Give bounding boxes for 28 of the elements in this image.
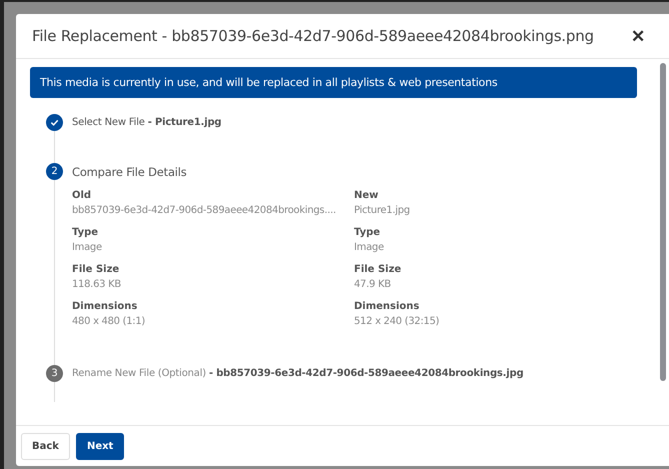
step-label: Select New File - Picture1.jpg <box>72 117 222 128</box>
field-value: Image <box>72 242 103 253</box>
field-value: Image <box>354 242 385 253</box>
field-label: Old <box>72 190 92 201</box>
field-label: Dimensions <box>72 301 138 312</box>
field-value: 480 x 480 (1:1) <box>72 316 146 327</box>
close-button[interactable]: ✕ <box>631 26 645 46</box>
step-label: Rename New File (Optional) - bb857039-6e3d-42d7-906d-589aeee42084brookings.jpg <box>72 368 524 379</box>
field-label: File Size <box>72 264 120 275</box>
scrollbar[interactable] <box>660 63 666 381</box>
field-value: 512 x 240 (32:15) <box>354 316 440 327</box>
next-button[interactable]: Next <box>76 432 124 460</box>
dialog-title: File Replacement - bb857039-6e3d-42d7-906d-589aeee42084brookings.png <box>32 27 594 45</box>
field-label: Dimensions <box>354 301 420 312</box>
field-value: Picture1.jpg <box>354 205 411 216</box>
info-banner: This media is currently in use, and will be replaced in all playlists & web presentations <box>30 67 637 98</box>
field-value: bb857039-6e3d-42d7-906d-589aeee42084brookings.... <box>72 205 337 216</box>
field-value: 118.63 KB <box>72 279 122 290</box>
step-number: 3 <box>46 365 63 382</box>
check-icon <box>50 118 59 127</box>
field-label: File Size <box>354 264 402 275</box>
step-label: Compare File Details <box>72 164 187 178</box>
step-number: 2 <box>46 163 63 180</box>
field-label: Type <box>72 227 100 238</box>
back-button[interactable]: Back <box>21 432 70 460</box>
field-label: Type <box>354 227 382 238</box>
field-value: 47.9 KB <box>354 279 392 290</box>
field-label: New <box>354 190 380 201</box>
